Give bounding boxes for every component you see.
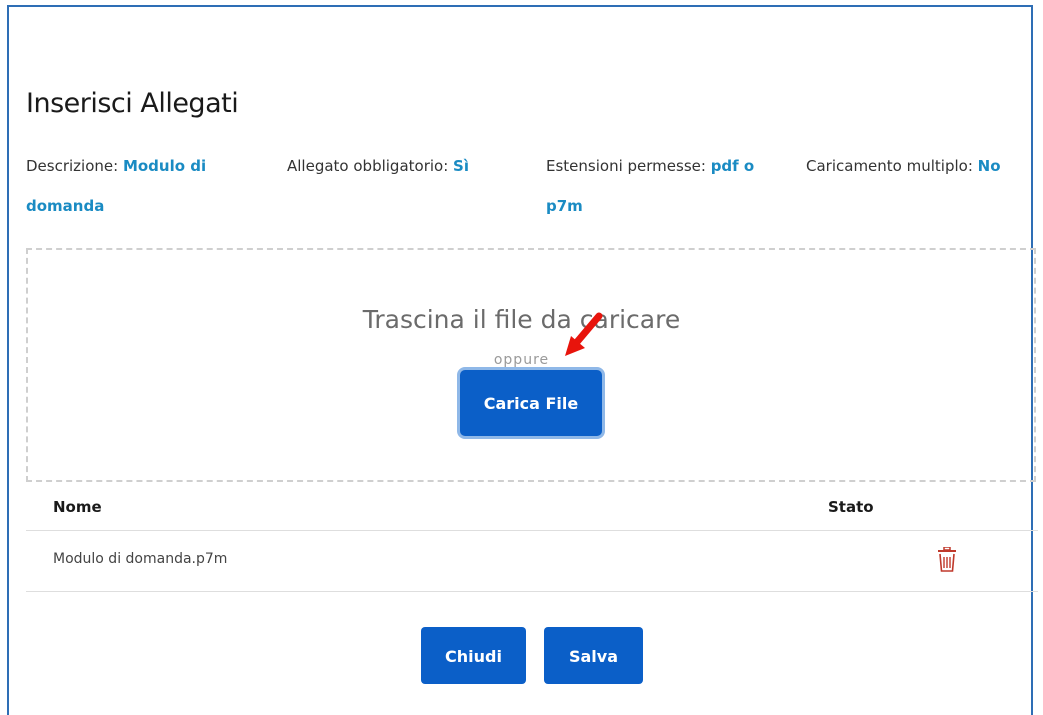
meta-extensions-label: Estensioni permesse: [546, 157, 711, 175]
save-button[interactable]: Salva [544, 627, 643, 684]
annotation-arrow-icon [565, 312, 603, 356]
page-title: Inserisci Allegati [26, 88, 239, 119]
attachments-table: Nome Stato Modulo di domanda.p7m [26, 486, 1038, 592]
meta-description: Descrizione: Modulo di domanda [26, 146, 256, 226]
meta-required-label: Allegato obbligatorio: [287, 157, 454, 175]
table-header: Nome Stato [26, 486, 1038, 531]
meta-extensions: Estensioni permesse: pdf o p7m [546, 146, 786, 226]
trash-icon[interactable] [936, 547, 958, 573]
dropzone-text: Trascina il file da caricare [362, 305, 681, 334]
upload-file-button[interactable]: Carica File [460, 370, 602, 436]
attachment-file-name: Modulo di domanda.p7m [53, 551, 228, 567]
column-header-state: Stato [828, 498, 874, 516]
meta-description-label: Descrizione: [26, 157, 123, 175]
dropzone-or: oppure [493, 352, 550, 368]
table-row: Modulo di domanda.p7m [26, 531, 1038, 592]
column-header-name: Nome [53, 498, 102, 516]
meta-multiple-label: Caricamento multiplo: [806, 157, 978, 175]
meta-multiple: Caricamento multiplo: No [806, 146, 1031, 186]
meta-required: Allegato obbligatorio: Sì [287, 146, 517, 186]
meta-required-value: Sì [453, 157, 469, 175]
meta-multiple-value: No [977, 157, 1001, 175]
close-button[interactable]: Chiudi [421, 627, 526, 684]
